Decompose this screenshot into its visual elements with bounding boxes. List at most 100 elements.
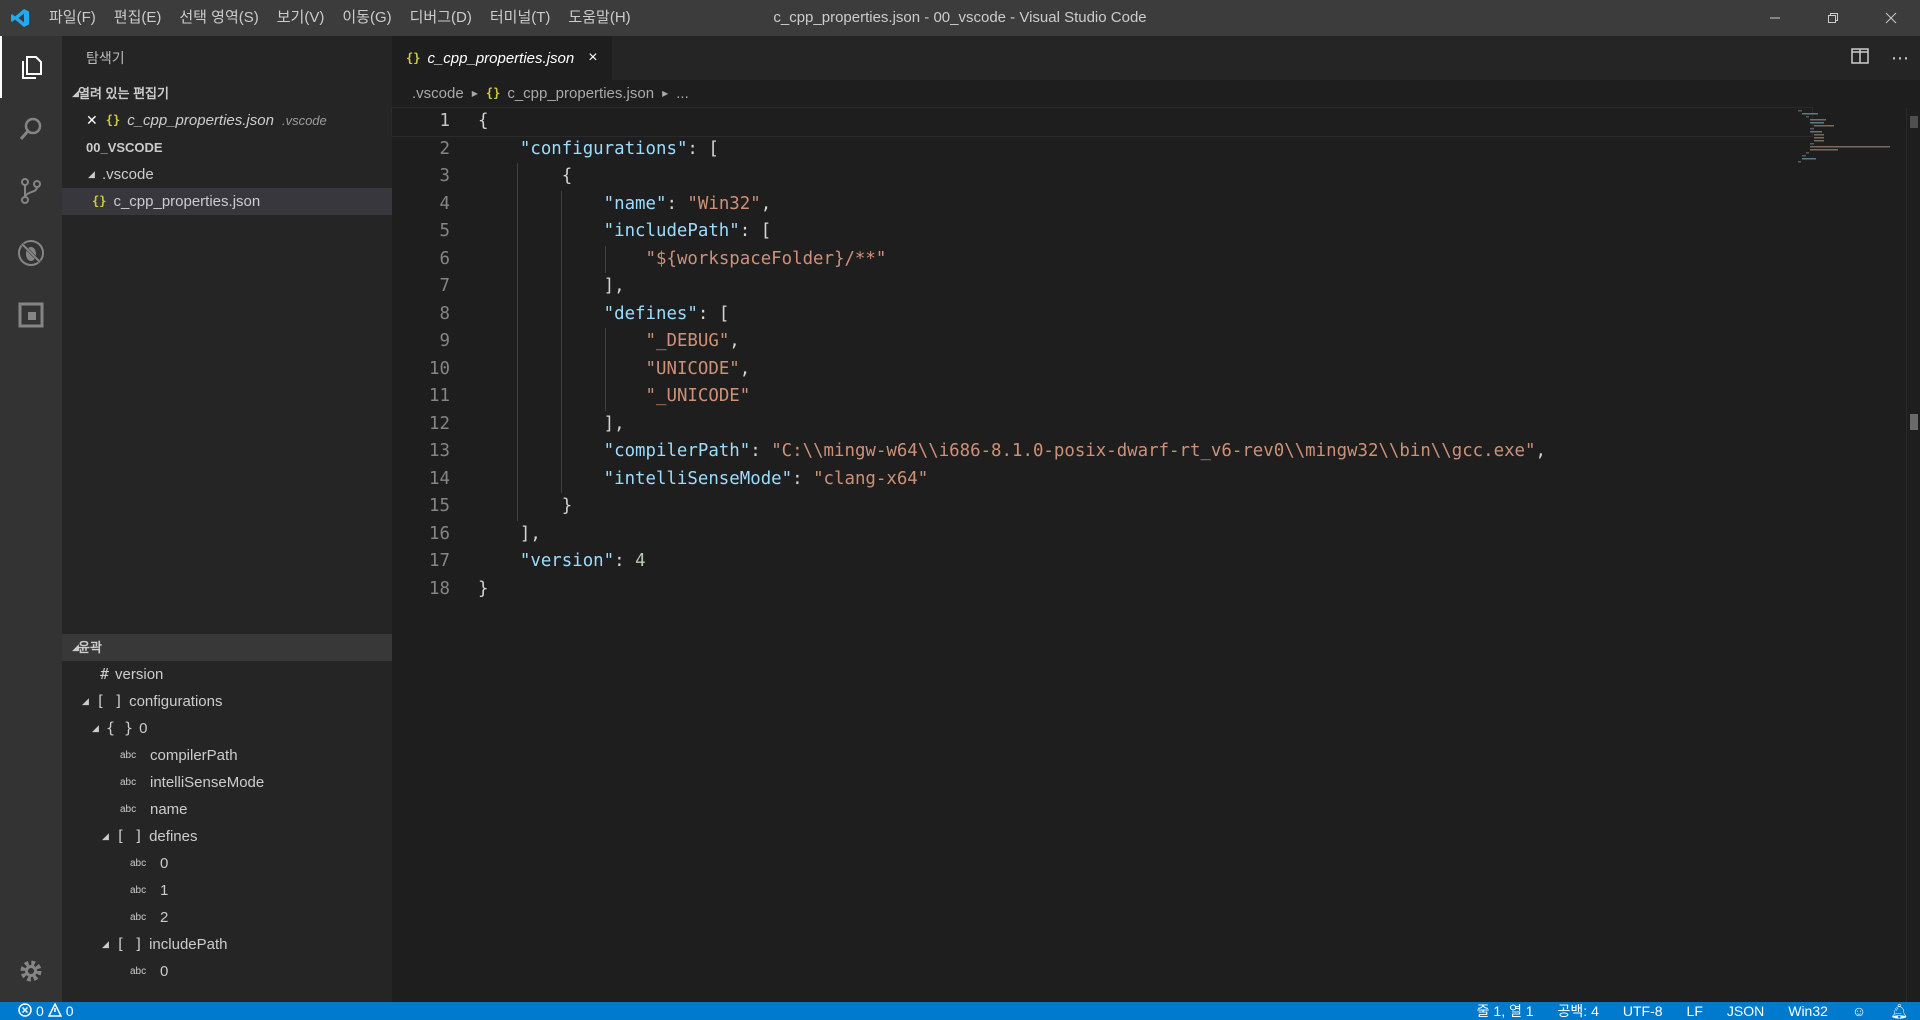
string-symbol-icon: abc <box>120 777 137 788</box>
scrollbar-thumb[interactable] <box>1910 116 1918 128</box>
punctuation: ], <box>603 276 625 296</box>
search-icon[interactable] <box>0 98 62 160</box>
outline-header[interactable]: ◢ 윤곽 <box>62 634 392 661</box>
status-language[interactable]: JSON <box>1715 1002 1776 1020</box>
tab-close-icon[interactable]: × <box>588 49 597 67</box>
vertical-scrollbar[interactable] <box>1906 108 1920 1002</box>
gear-icon[interactable] <box>0 940 62 1002</box>
outline-item[interactable]: abc 2 <box>62 904 392 931</box>
tab-c-cpp-properties[interactable]: {} c_cpp_properties.json × <box>392 36 612 80</box>
feedback-smiley-icon[interactable]: ☺ <box>1840 1002 1878 1020</box>
minimap[interactable] <box>1796 108 1906 168</box>
restore-icon[interactable] <box>1804 0 1862 36</box>
status-encoding[interactable]: UTF-8 <box>1611 1002 1675 1020</box>
minimize-icon[interactable] <box>1746 0 1804 36</box>
line-content: "compilerPath": "C:\\mingw-w64\\i686-8.1… <box>450 438 1546 466</box>
breadcrumb-folder[interactable]: .vscode <box>412 85 464 102</box>
code-line: 8 "defines": [ <box>392 300 1812 328</box>
outline-item-label: version <box>115 666 164 683</box>
code-line: 12 ], <box>392 410 1812 438</box>
more-actions-icon[interactable]: ⋯ <box>1880 48 1920 69</box>
tab-bar: {} c_cpp_properties.json × ⋯ <box>392 36 1920 80</box>
outline-item[interactable]: abc intelliSenseMode <box>62 769 392 796</box>
string-symbol-icon: abc <box>120 804 137 815</box>
chevron-down-icon: ◢ <box>92 723 99 733</box>
outline-item-label: defines <box>149 828 198 845</box>
breadcrumb-file[interactable]: c_cpp_properties.json <box>507 85 654 102</box>
status-eol[interactable]: LF <box>1675 1002 1715 1020</box>
outline-item[interactable]: # version <box>62 661 392 688</box>
breadcrumb-more[interactable]: ... <box>676 85 689 102</box>
warning-count: 0 <box>65 1003 74 1019</box>
json-key: "compilerPath" <box>603 441 751 461</box>
menu-go[interactable]: 이동(G) <box>333 0 400 36</box>
outline-item[interactable]: ◢ { } 0 <box>62 715 392 742</box>
menu-terminal[interactable]: 터미널(T) <box>481 0 560 36</box>
punctuation: : <box>666 193 688 214</box>
json-file-icon: {} <box>485 86 501 100</box>
workspace-header[interactable]: 00_VSCODE <box>62 134 392 161</box>
close-icon[interactable] <box>1862 0 1920 36</box>
activity-bar <box>0 36 62 1002</box>
punctuation: , <box>739 358 751 379</box>
line-number: 10 <box>429 358 450 379</box>
status-problems[interactable]: 0 0 <box>0 1002 74 1020</box>
outline-item-label: 0 <box>160 855 169 872</box>
close-icon[interactable]: ✕ <box>86 107 98 134</box>
brace: } <box>561 496 573 516</box>
menu-edit[interactable]: 편집(E) <box>105 0 171 36</box>
split-editor-icon[interactable] <box>1840 47 1880 69</box>
menu-view[interactable]: 보기(V) <box>268 0 334 36</box>
line-number: 6 <box>439 248 450 269</box>
line-number: 18 <box>429 578 450 599</box>
menu-selection[interactable]: 선택 영역(S) <box>170 0 267 36</box>
outline-item-label: 0 <box>139 720 148 737</box>
json-key: "name" <box>603 193 667 214</box>
notifications-bell-icon[interactable]: 🔔︎ <box>1878 1002 1920 1020</box>
outline-item[interactable]: abc name <box>62 796 392 823</box>
debug-icon[interactable] <box>0 222 62 284</box>
status-cursor-position[interactable]: 줄 1, 열 1 <box>1465 1002 1546 1020</box>
open-editor-item[interactable]: ✕ {} c_cpp_properties.json .vscode <box>62 107 392 134</box>
line-number: 13 <box>429 441 450 461</box>
outline-item[interactable]: abc compilerPath <box>62 742 392 769</box>
code-line: 2 "configurations": [ <box>392 136 1812 164</box>
line-number: 16 <box>429 523 450 544</box>
brace: } <box>478 578 489 599</box>
line-content: ], <box>450 521 541 549</box>
extensions-icon[interactable] <box>0 284 62 346</box>
outline-item[interactable]: ◢ [ ] defines <box>62 823 392 850</box>
source-control-icon[interactable] <box>0 160 62 222</box>
code-line: 9 "_DEBUG", <box>392 328 1812 356</box>
outline-item[interactable]: abc 1 <box>62 877 392 904</box>
outline-item[interactable]: abc 0 <box>62 850 392 877</box>
chevron-down-icon: ◢ <box>102 939 109 949</box>
menu-file[interactable]: 파일(F) <box>40 0 105 36</box>
line-content: "version": 4 <box>450 548 646 576</box>
outline-item-label: compilerPath <box>150 747 238 764</box>
punctuation: : [ <box>739 221 772 241</box>
status-indentation[interactable]: 공백: 4 <box>1546 1002 1611 1020</box>
code-editor[interactable]: 1 { 2 "configurations": [ 3 { 4 "name": … <box>391 107 1813 603</box>
menu-help[interactable]: 도움말(H) <box>559 0 639 36</box>
error-count: 0 <box>36 1003 44 1019</box>
outline-item-label: 0 <box>160 963 169 980</box>
string-symbol-icon: abc <box>130 858 147 869</box>
open-editors-header[interactable]: ◢ 열려 있는 편집기 <box>62 80 392 107</box>
code-line: 15 } <box>392 493 1812 521</box>
chevron-down-icon: ◢ <box>102 831 109 841</box>
scrollbar-cursor-marker <box>1910 414 1918 430</box>
file-c-cpp-properties[interactable]: {} c_cpp_properties.json <box>62 188 392 215</box>
string-symbol-icon: abc <box>130 912 147 923</box>
outline-item[interactable]: ◢ [ ] includePath <box>62 931 392 958</box>
outline-item[interactable]: ◢ [ ] configurations <box>62 688 392 715</box>
line-number: 1 <box>439 111 450 131</box>
folder-vscode[interactable]: ◢ .vscode <box>62 161 392 188</box>
menu-debug[interactable]: 디버그(D) <box>401 0 481 36</box>
explorer-sidebar: 탐색기 ◢ 열려 있는 편집기 ✕ {} c_cpp_properties.js… <box>62 36 392 1002</box>
status-configuration[interactable]: Win32 <box>1776 1002 1840 1020</box>
outline-item[interactable]: abc 0 <box>62 958 392 985</box>
explorer-icon[interactable] <box>0 36 62 98</box>
outline-item-label: configurations <box>129 693 223 710</box>
line-number: 12 <box>429 413 450 434</box>
